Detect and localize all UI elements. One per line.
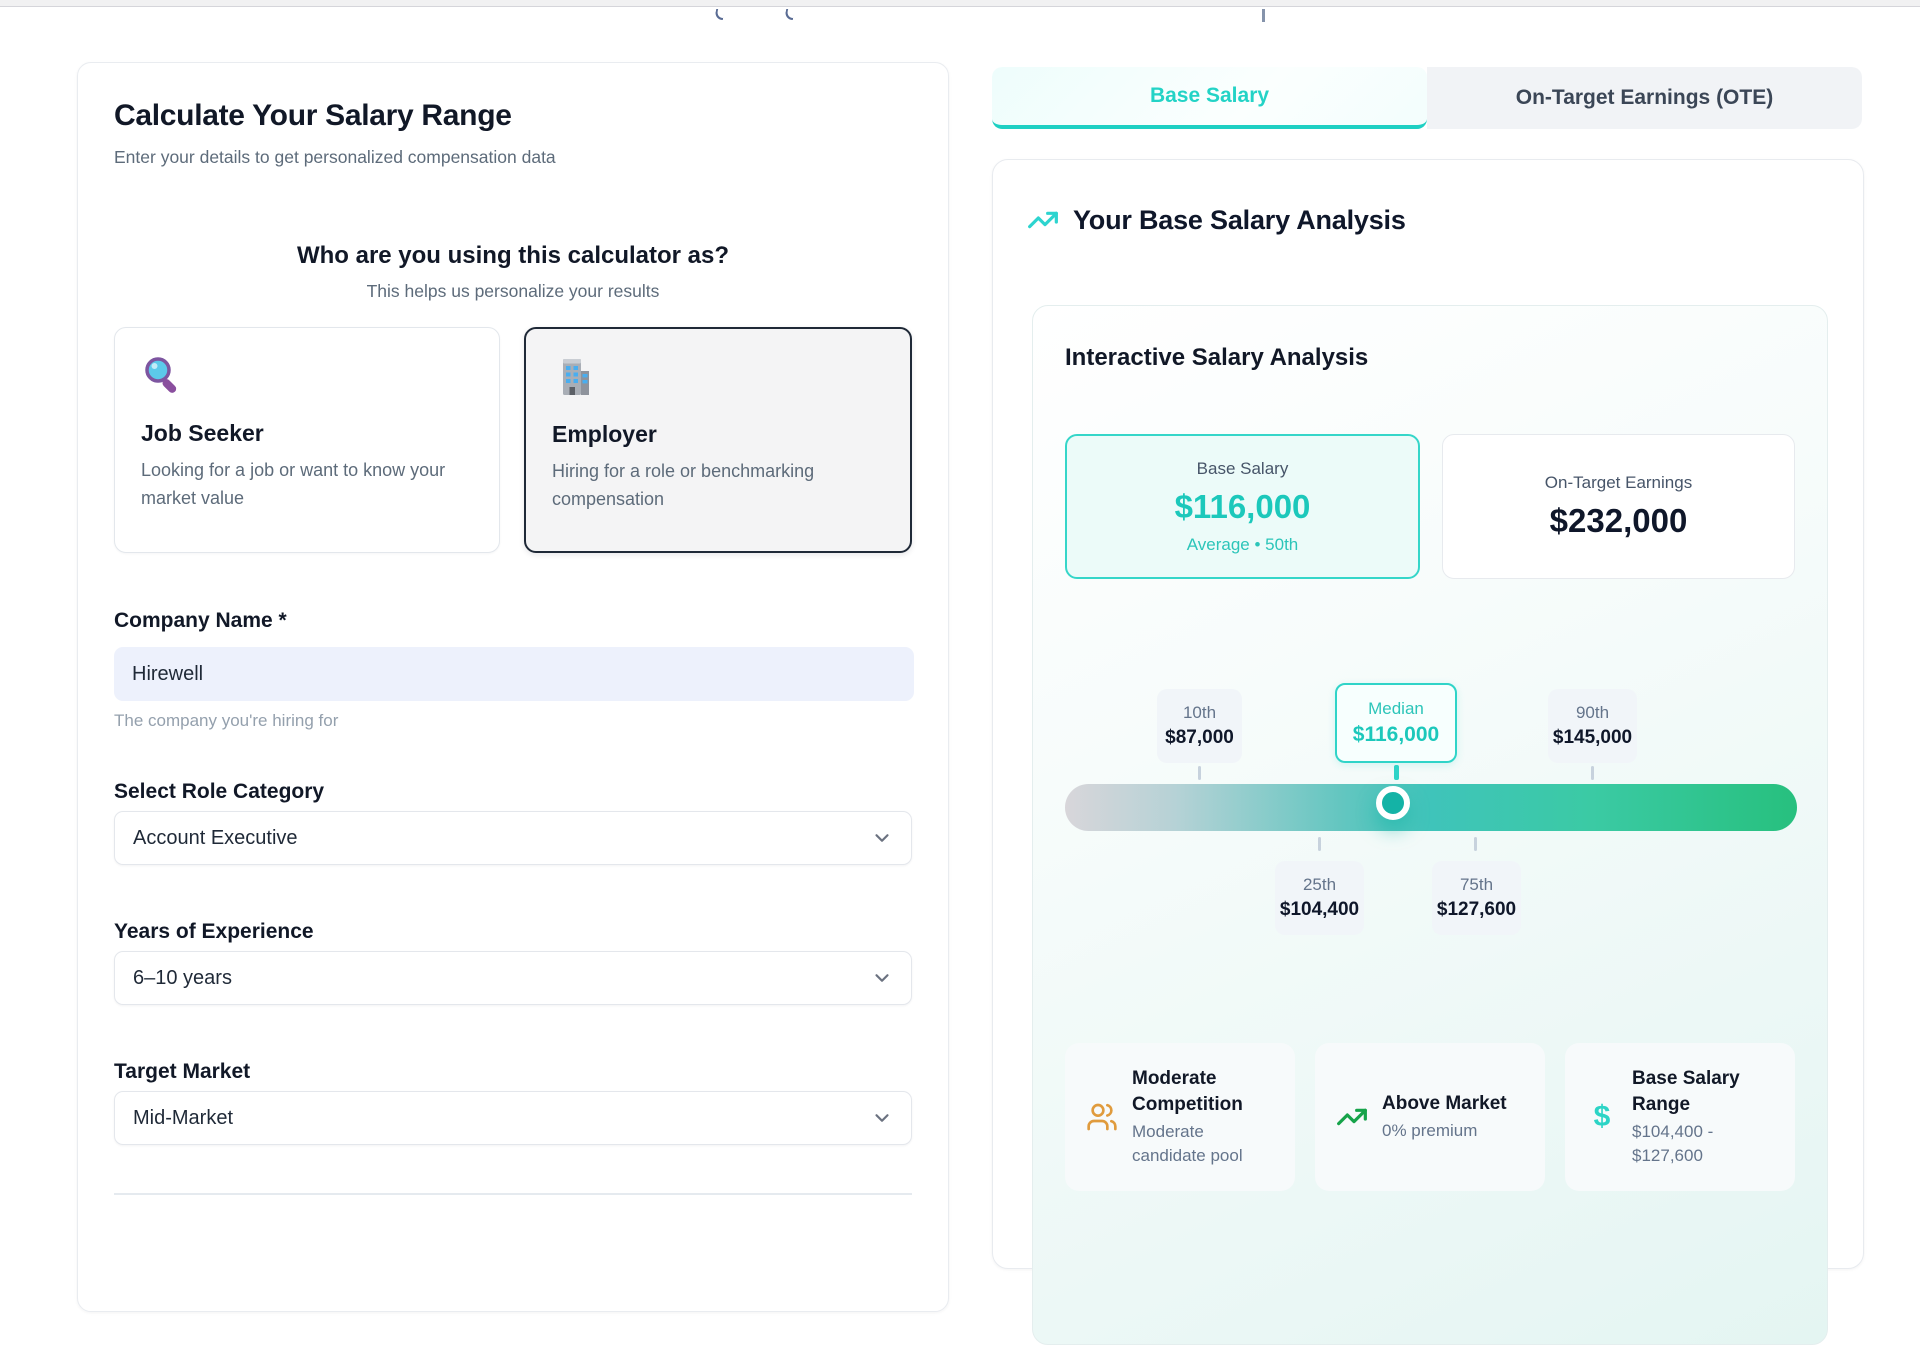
percentile-label: 75th	[1432, 875, 1521, 895]
trending-up-icon	[1027, 204, 1059, 236]
insight-title: Above Market	[1382, 1091, 1507, 1117]
persona-selector: Job Seeker Looking for a job or want to …	[114, 327, 912, 553]
summary-label: Base Salary	[1197, 459, 1289, 479]
base-salary-summary-card[interactable]: Base Salary $116,000 Average • 50th	[1065, 434, 1420, 579]
insight-title: Moderate Competition	[1132, 1066, 1277, 1118]
form-title: Calculate Your Salary Range	[114, 99, 912, 133]
percentile-value: $87,000	[1157, 727, 1242, 749]
insight-subtitle: $104,400 - $127,600	[1632, 1120, 1777, 1168]
percentile-label: 90th	[1548, 703, 1637, 723]
results-tabbar: Base Salary On-Target Earnings (OTE)	[992, 67, 1862, 129]
chevron-down-icon	[871, 967, 893, 989]
experience-label: Years of Experience	[114, 920, 912, 944]
ote-value: $232,000	[1550, 502, 1688, 540]
clipped-text-descender	[714, 9, 725, 20]
insight-cards: Moderate Competition Moderate candidate …	[1065, 1043, 1795, 1191]
role-category-select[interactable]: Account Executive	[114, 811, 912, 865]
persona-question: Who are you using this calculator as?	[114, 242, 912, 270]
salary-slider-track[interactable]	[1065, 784, 1797, 831]
clipped-text-descender	[784, 9, 795, 20]
panel-title: Interactive Salary Analysis	[1065, 344, 1368, 372]
tick-mark	[1198, 766, 1201, 780]
clipped-top-header	[0, 0, 1920, 7]
percentile-value: $116,000	[1337, 723, 1455, 747]
chevron-down-icon	[871, 1107, 893, 1129]
target-market-value: Mid-Market	[133, 1107, 233, 1130]
percentile-pill-90th: 90th $145,000	[1548, 689, 1637, 763]
clipped-text-descender	[1262, 9, 1265, 22]
persona-title: Employer	[552, 421, 884, 448]
persona-card-job-seeker[interactable]: Job Seeker Looking for a job or want to …	[114, 327, 500, 553]
percentile-value: $127,600	[1432, 899, 1521, 921]
persona-card-employer[interactable]: Employer Hiring for a role or benchmarki…	[524, 327, 912, 553]
insight-subtitle: 0% premium	[1382, 1119, 1507, 1143]
ote-summary-card[interactable]: On-Target Earnings $232,000	[1442, 434, 1795, 579]
role-category-label: Select Role Category	[114, 780, 912, 804]
salary-range-insight-card: $ Base Salary Range $104,400 - $127,600	[1565, 1043, 1795, 1191]
interactive-salary-panel: Interactive Salary Analysis Base Salary …	[1032, 305, 1828, 1345]
summary-cards: Base Salary $116,000 Average • 50th On-T…	[1065, 434, 1795, 579]
persona-title: Job Seeker	[141, 420, 473, 447]
market-position-insight-card: Above Market 0% premium	[1315, 1043, 1545, 1191]
persona-description: Looking for a job or want to know your m…	[141, 456, 473, 512]
summary-label: On-Target Earnings	[1545, 473, 1692, 493]
magnifier-icon	[141, 354, 185, 398]
base-salary-analysis-card: Your Base Salary Analysis Interactive Sa…	[992, 159, 1864, 1269]
tab-on-target-earnings[interactable]: On-Target Earnings (OTE)	[1427, 67, 1862, 129]
tick-mark	[1474, 837, 1477, 851]
tab-base-salary[interactable]: Base Salary	[992, 67, 1427, 129]
office-building-icon	[552, 355, 596, 399]
persona-description: Hiring for a role or benchmarking compen…	[552, 457, 884, 513]
salary-slider-handle[interactable]	[1376, 786, 1410, 820]
percentile-pill-median: Median $116,000	[1335, 683, 1457, 763]
percentile-label: 25th	[1275, 875, 1364, 895]
insight-subtitle: Moderate candidate pool	[1132, 1120, 1277, 1168]
tick-mark	[1318, 837, 1321, 851]
tick-mark	[1591, 766, 1594, 780]
users-icon	[1085, 1100, 1119, 1134]
analysis-heading: Your Base Salary Analysis	[1027, 204, 1406, 236]
role-category-value: Account Executive	[133, 827, 298, 850]
form-section-divider	[114, 1193, 912, 1195]
percentile-pill-25th: 25th $104,400	[1275, 861, 1364, 935]
trending-up-icon	[1335, 1100, 1369, 1134]
company-name-label: Company Name *	[114, 609, 912, 633]
percentile-label: 10th	[1157, 703, 1242, 723]
target-market-label: Target Market	[114, 1060, 912, 1084]
persona-hint: This helps us personalize your results	[114, 281, 912, 302]
chevron-down-icon	[871, 827, 893, 849]
company-name-helper: The company you're hiring for	[114, 711, 912, 731]
percentile-value: $145,000	[1548, 727, 1637, 749]
percentile-value: $104,400	[1275, 899, 1364, 921]
percentile-label: Median	[1337, 699, 1455, 719]
tick-mark-median	[1394, 765, 1399, 780]
base-salary-value: $116,000	[1175, 488, 1311, 526]
company-name-input[interactable]	[114, 647, 914, 701]
salary-form-card: Calculate Your Salary Range Enter your d…	[77, 62, 949, 1312]
percentile-pill-75th: 75th $127,600	[1432, 861, 1521, 935]
form-subtitle: Enter your details to get personalized c…	[114, 147, 912, 168]
experience-select[interactable]: 6–10 years	[114, 951, 912, 1005]
percentile-pill-10th: 10th $87,000	[1157, 689, 1242, 763]
experience-value: 6–10 years	[133, 967, 232, 990]
base-salary-caption: Average • 50th	[1187, 535, 1299, 555]
dollar-icon: $	[1585, 1100, 1619, 1134]
competition-insight-card: Moderate Competition Moderate candidate …	[1065, 1043, 1295, 1191]
analysis-title: Your Base Salary Analysis	[1073, 205, 1406, 236]
insight-title: Base Salary Range	[1632, 1066, 1777, 1118]
target-market-select[interactable]: Mid-Market	[114, 1091, 912, 1145]
